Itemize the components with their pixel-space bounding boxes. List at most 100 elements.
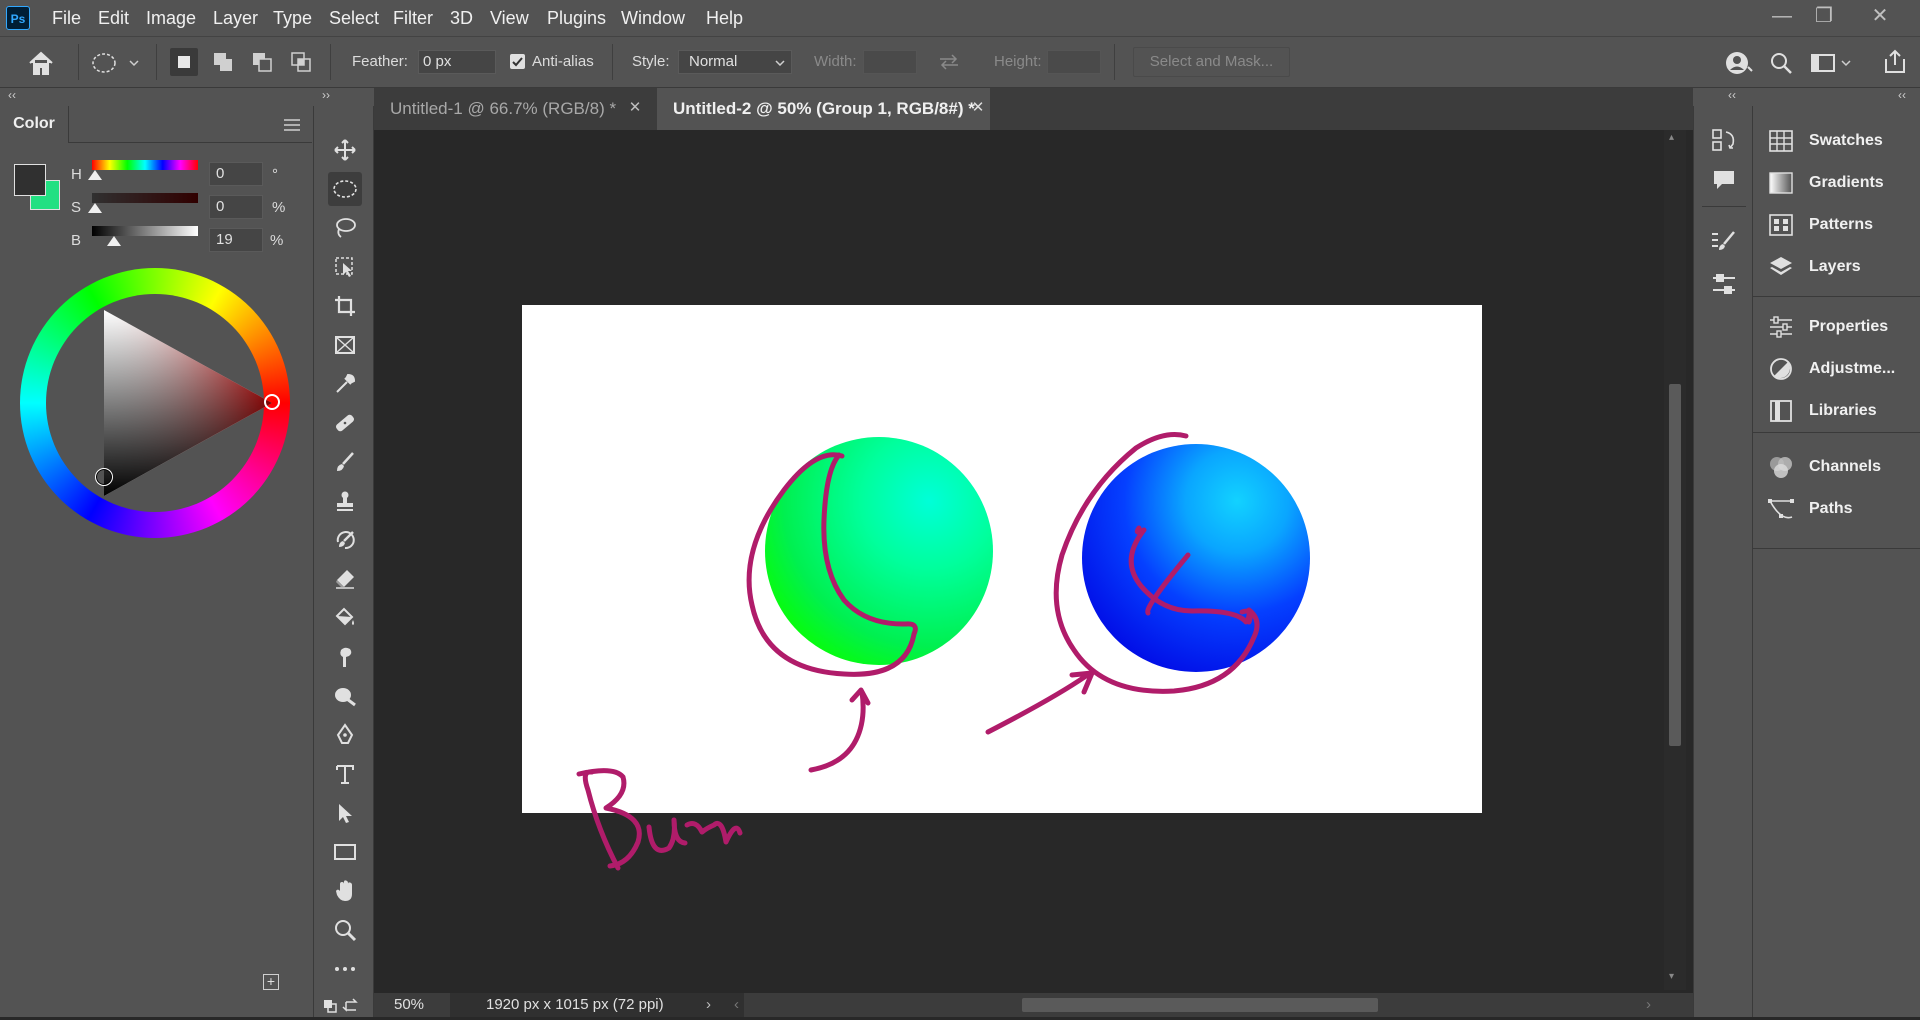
color-panel-tab[interactable]: Color	[0, 106, 69, 143]
menu-filter[interactable]: Filter	[393, 0, 433, 36]
libraries-panel-tab[interactable]: Libraries	[1753, 390, 1920, 432]
zoom-tool-icon[interactable]	[328, 913, 362, 947]
pen-tool-icon[interactable]	[328, 718, 362, 752]
tab-untitled-2[interactable]: Untitled-2 @ 50% (Group 1, RGB/8#) *	[657, 88, 990, 130]
share-user-icon[interactable]	[1724, 49, 1754, 77]
hue-input[interactable]: 0	[209, 162, 263, 186]
lasso-tool-icon[interactable]	[328, 211, 362, 245]
menu-select[interactable]: Select	[329, 0, 379, 36]
color-triangle[interactable]	[20, 268, 290, 538]
brightness-input[interactable]: 19	[209, 228, 263, 252]
default-colors-icon[interactable]	[320, 996, 368, 1016]
history-panel-icon[interactable]	[1710, 126, 1738, 154]
scroll-up-icon[interactable]: ▴	[1669, 132, 1674, 143]
select-and-mask-button[interactable]: Select and Mask...	[1133, 47, 1290, 77]
share-export-icon[interactable]	[1880, 47, 1910, 77]
paint-bucket-tool-icon[interactable]	[328, 601, 362, 635]
brightness-slider-thumb[interactable]	[107, 236, 121, 246]
move-tool-icon[interactable]	[328, 133, 362, 167]
width-input[interactable]	[863, 50, 917, 74]
healing-brush-tool-icon[interactable]	[328, 406, 362, 440]
scroll-down-icon[interactable]: ▾	[1669, 971, 1674, 982]
chevron-right-icon[interactable]: ›	[706, 996, 711, 1013]
minimize-button[interactable]: —	[1762, 0, 1802, 36]
smudge-tool-icon[interactable]	[328, 640, 362, 674]
home-icon[interactable]	[26, 49, 56, 77]
horizontal-scroll-thumb[interactable]	[1022, 998, 1378, 1012]
collapse-right-panel-icon[interactable]: ‹‹	[1898, 88, 1906, 102]
adjustments-panel-tab[interactable]: Adjustme...	[1753, 348, 1920, 390]
rectangle-tool-icon[interactable]	[328, 835, 362, 869]
restore-button[interactable]: ❐	[1804, 0, 1844, 36]
intersect-selection-icon[interactable]	[287, 48, 315, 76]
saturation-slider[interactable]	[92, 193, 198, 203]
object-selection-tool-icon[interactable]	[328, 250, 362, 284]
swap-dimensions-icon[interactable]	[936, 51, 962, 73]
saturation-slider-thumb[interactable]	[88, 203, 102, 213]
menu-file[interactable]: File	[52, 0, 81, 36]
eraser-tool-icon[interactable]	[328, 562, 362, 596]
swatches-panel-tab[interactable]: Swatches	[1753, 120, 1920, 162]
brush-tool-icon[interactable]	[328, 445, 362, 479]
search-icon[interactable]	[1767, 49, 1795, 77]
close-tab-icon[interactable]: ✕	[627, 100, 643, 116]
paths-panel-tab[interactable]: Paths	[1753, 488, 1920, 530]
type-tool-icon[interactable]	[328, 757, 362, 791]
menu-3d[interactable]: 3D	[450, 0, 473, 36]
history-brush-tool-icon[interactable]	[328, 523, 362, 557]
hue-slider-thumb[interactable]	[88, 170, 102, 180]
brightness-slider[interactable]	[92, 226, 198, 236]
crop-tool-icon[interactable]	[328, 289, 362, 323]
properties-panel-tab[interactable]: Properties	[1753, 306, 1920, 348]
color-picker-marker[interactable]	[95, 468, 113, 486]
feather-input[interactable]: 0 px	[418, 50, 496, 74]
zoom-level[interactable]: 50%	[394, 996, 446, 1013]
brush-settings-panel-icon[interactable]	[1710, 228, 1738, 256]
saturation-input[interactable]: 0	[209, 195, 263, 219]
anti-alias-checkbox[interactable]	[510, 54, 525, 69]
close-window-button[interactable]: ✕	[1860, 0, 1900, 36]
eyedropper-tool-icon[interactable]	[328, 367, 362, 401]
dodge-tool-icon[interactable]	[328, 679, 362, 713]
clone-stamp-tool-icon[interactable]	[328, 484, 362, 518]
hand-tool-icon[interactable]	[328, 874, 362, 908]
menu-edit[interactable]: Edit	[98, 0, 129, 36]
channels-panel-tab[interactable]: Channels	[1753, 446, 1920, 488]
gradients-panel-tab[interactable]: Gradients	[1753, 162, 1920, 204]
panel-menu-icon[interactable]	[284, 118, 300, 131]
menu-help[interactable]: Help	[706, 0, 743, 36]
frame-tool-icon[interactable]	[328, 328, 362, 362]
add-to-selection-icon[interactable]	[209, 48, 237, 76]
subtract-from-selection-icon[interactable]	[248, 48, 276, 76]
marquee-tool-preset-icon[interactable]	[90, 49, 142, 77]
close-tab-icon[interactable]: ✕	[970, 100, 986, 116]
collapse-left-panel-icon[interactable]: ‹‹	[8, 88, 16, 102]
collapse-right-strip-icon[interactable]: ‹‹	[1728, 88, 1736, 102]
tool-presets-panel-icon[interactable]	[1710, 270, 1738, 298]
path-selection-tool-icon[interactable]	[328, 796, 362, 830]
menu-window[interactable]: Window	[621, 0, 685, 36]
add-icon[interactable]: +	[263, 974, 279, 990]
foreground-color-swatch[interactable]	[14, 164, 46, 196]
hue-ring-marker[interactable]	[264, 394, 280, 410]
more-tools-icon[interactable]	[328, 952, 362, 986]
scroll-left-icon[interactable]: ‹	[734, 996, 739, 1013]
menu-image[interactable]: Image	[146, 0, 196, 36]
tab-untitled-1[interactable]: Untitled-1 @ 66.7% (RGB/8) *	[374, 88, 656, 130]
new-selection-icon[interactable]	[170, 48, 198, 76]
comments-panel-icon[interactable]	[1710, 166, 1738, 194]
patterns-panel-tab[interactable]: Patterns	[1753, 204, 1920, 246]
layers-panel-tab[interactable]: Layers	[1753, 246, 1920, 288]
expand-toolbar-icon[interactable]: ››	[322, 88, 330, 102]
vertical-scrollbar[interactable]: ▴ ▾	[1664, 130, 1686, 990]
menu-view[interactable]: View	[490, 0, 529, 36]
style-select[interactable]: Normal	[678, 50, 792, 74]
document-info[interactable]: 1920 px x 1015 px (72 ppi)	[450, 993, 744, 1017]
menu-plugins[interactable]: Plugins	[547, 0, 606, 36]
scroll-right-icon[interactable]: ›	[1646, 996, 1651, 1013]
color-wheel[interactable]	[20, 268, 290, 538]
vertical-scroll-thumb[interactable]	[1669, 384, 1681, 746]
hue-slider[interactable]	[92, 160, 198, 170]
menu-layer[interactable]: Layer	[213, 0, 258, 36]
menu-type[interactable]: Type	[273, 0, 312, 36]
